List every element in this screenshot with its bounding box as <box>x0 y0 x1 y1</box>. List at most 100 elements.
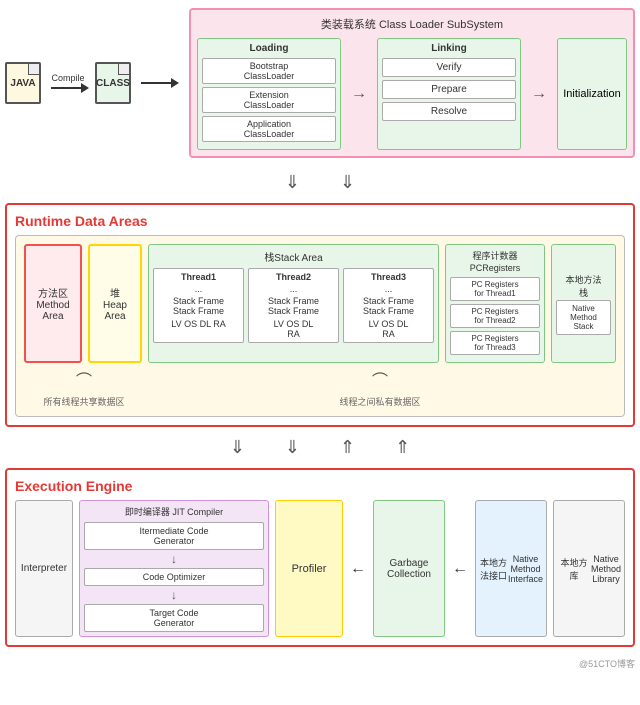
thread3-frame1: Stack Frame <box>347 296 430 306</box>
native-interface-cn: 本地方法接口 <box>479 556 508 582</box>
shared-section: ⌒ 所有线程共享数据区 <box>24 367 144 408</box>
native-library-box: 本地方库 NativeMethodLibrary <box>553 500 625 637</box>
watermark: @51CTO博客 <box>5 657 635 670</box>
loading-box: Loading BootstrapClassLoader ExtensionCl… <box>197 38 341 150</box>
thread1-frame2: Stack Frame <box>157 306 240 316</box>
native-method-interface-box: 本地方法接口 NativeMethodInterface <box>475 500 547 637</box>
arrow-head <box>81 83 89 93</box>
resolve-item: Resolve <box>382 102 516 121</box>
thread1-lv: LV OS DL RA <box>157 319 240 329</box>
arrows-down-1: ⇓ ⇓ <box>5 172 635 193</box>
runtime-title: Runtime Data Areas <box>15 213 625 229</box>
classloader-title: 类装载系统 Class Loader SubSystem <box>197 16 627 32</box>
extension-loader: ExtensionClassLoader <box>202 87 336 113</box>
thread1-title: Thread1 <box>157 272 240 282</box>
threads-row: Thread1 ... Stack Frame Stack Frame LV O… <box>153 268 434 343</box>
runtime-inner: 方法区MethodArea 堆HeapArea 栈Stack Area Thre… <box>15 235 625 417</box>
arrow-line <box>51 87 81 89</box>
thread2-lv: LV OS DLRA <box>252 319 335 339</box>
linking-box: Linking Verify Prepare Resolve <box>377 38 521 150</box>
thread3-col: Thread3 ... Stack Frame Stack Frame LV O… <box>343 268 434 343</box>
linking-title: Linking <box>382 43 516 54</box>
private-label: 线程之间私有数据区 <box>144 395 616 408</box>
linking-to-init-arrow: → <box>529 38 549 150</box>
loading-title: Loading <box>202 43 336 54</box>
gc-label: Garbage Collection <box>377 558 441 580</box>
runtime-section: Runtime Data Areas 方法区MethodArea 堆HeapAr… <box>5 203 635 427</box>
top-section: JAVA Compile CLASS 类装载系统 Class Loader Su… <box>5 8 635 158</box>
init-label: Initialization <box>563 88 620 100</box>
profiler-box: Profiler <box>275 500 343 637</box>
arrow-down-2: ⇓ <box>340 172 355 193</box>
thread2-frame2: Stack Frame <box>252 306 335 316</box>
thread2-dots: ... <box>252 284 335 294</box>
arrow-down-4: ⇓ <box>285 437 300 458</box>
arrow-down-1: ⇓ <box>285 172 300 193</box>
arrow-head2 <box>171 78 179 88</box>
jit-container: 即时编译器 JIT Compiler Itermediate CodeGener… <box>79 500 269 637</box>
interpreter-box: Interpreter <box>15 500 73 637</box>
native-cn-title: 本地方法栈 <box>565 273 601 299</box>
init-box: Initialization <box>557 38 627 150</box>
thread1-col: Thread1 ... Stack Frame Stack Frame LV O… <box>153 268 244 343</box>
class-file-icon: CLASS <box>95 62 131 104</box>
pc-thread3: PC Registersfor Thread3 <box>450 331 540 355</box>
jit-item-2: Code Optimizer <box>84 568 264 586</box>
thread2-frame1: Stack Frame <box>252 296 335 306</box>
arrow-down-3: ⇓ <box>230 437 245 458</box>
native-interface-en: NativeMethodInterface <box>508 554 543 584</box>
compile-arrow: Compile <box>47 73 89 93</box>
application-loader: ApplicationClassLoader <box>202 116 336 142</box>
native-method-stack-box: 本地方法栈 NativeMethodStack <box>551 244 616 363</box>
thread2-title: Thread2 <box>252 272 335 282</box>
pc-cn-title: 程序计数器 <box>450 249 540 262</box>
native-library-cn: 本地方库 <box>557 556 591 582</box>
java-label: JAVA <box>10 78 35 89</box>
shared-label: 所有线程共享数据区 <box>24 395 144 408</box>
jit-items: Itermediate CodeGenerator ↓ Code Optimiz… <box>84 522 264 632</box>
thread1-frame1: Stack Frame <box>157 296 240 306</box>
heap-box: 堆HeapArea <box>88 244 142 363</box>
thread3-dots: ... <box>347 284 430 294</box>
execution-section: Execution Engine Interpreter 即时编译器 JIT C… <box>5 468 635 647</box>
jit-arrow-1: ↓ <box>84 553 264 565</box>
verify-item: Verify <box>382 58 516 77</box>
classloader-inner: Loading BootstrapClassLoader ExtensionCl… <box>197 38 627 150</box>
compile-label: Compile <box>51 73 84 83</box>
java-class-area: JAVA Compile CLASS <box>5 62 179 104</box>
bootstrap-loader: BootstrapClassLoader <box>202 58 336 84</box>
native-arrow: ← <box>451 500 469 637</box>
native-library-en: NativeMethodLibrary <box>591 554 621 584</box>
thread1-dots: ... <box>157 284 240 294</box>
arrows-down-2: ⇓ ⇓ ⇑ ⇑ <box>5 437 635 458</box>
prepare-item: Prepare <box>382 80 516 99</box>
compile-arrow-line <box>51 83 89 93</box>
pc-thread2: PC Registersfor Thread2 <box>450 304 540 328</box>
runtime-bottom-labels: ⌒ 所有线程共享数据区 ⌒ 线程之间私有数据区 <box>24 367 616 408</box>
main-container: JAVA Compile CLASS 类装载系统 Class Loader Su… <box>5 8 635 670</box>
profiler-label: Profiler <box>292 563 327 575</box>
classloader-box: 类装载系统 Class Loader SubSystem Loading Boo… <box>189 8 635 158</box>
method-area-box: 方法区MethodArea <box>24 244 82 363</box>
thread3-lv: LV OS DLRA <box>347 319 430 339</box>
thread2-col: Thread2 ... Stack Frame Stack Frame LV O… <box>248 268 339 343</box>
execution-inner: Interpreter 即时编译器 JIT Compiler Itermedia… <box>15 500 625 637</box>
gc-arrow-left: ← <box>349 500 367 637</box>
thread3-title: Thread3 <box>347 272 430 282</box>
jit-title: 即时编译器 JIT Compiler <box>84 505 264 518</box>
execution-title: Execution Engine <box>15 478 625 494</box>
to-classloader-arrow <box>141 78 179 88</box>
arrow-body <box>141 82 171 84</box>
stack-area-container: 栈Stack Area Thread1 ... Stack Frame Stac… <box>148 244 439 363</box>
class-label: CLASS <box>96 78 130 89</box>
jit-item-3: Target CodeGenerator <box>84 604 264 632</box>
stack-area-title: 栈Stack Area <box>153 249 434 264</box>
private-section: ⌒ 线程之间私有数据区 <box>144 367 616 408</box>
java-file-icon: JAVA <box>5 62 41 104</box>
runtime-row: 方法区MethodArea 堆HeapArea 栈Stack Area Thre… <box>24 244 616 363</box>
jit-arrow-2: ↓ <box>84 589 264 601</box>
jit-item-1: Itermediate CodeGenerator <box>84 522 264 550</box>
shared-brace: ⌒ <box>24 367 144 391</box>
thread3-frame2: Stack Frame <box>347 306 430 316</box>
loading-to-linking-arrow: → <box>349 38 369 150</box>
